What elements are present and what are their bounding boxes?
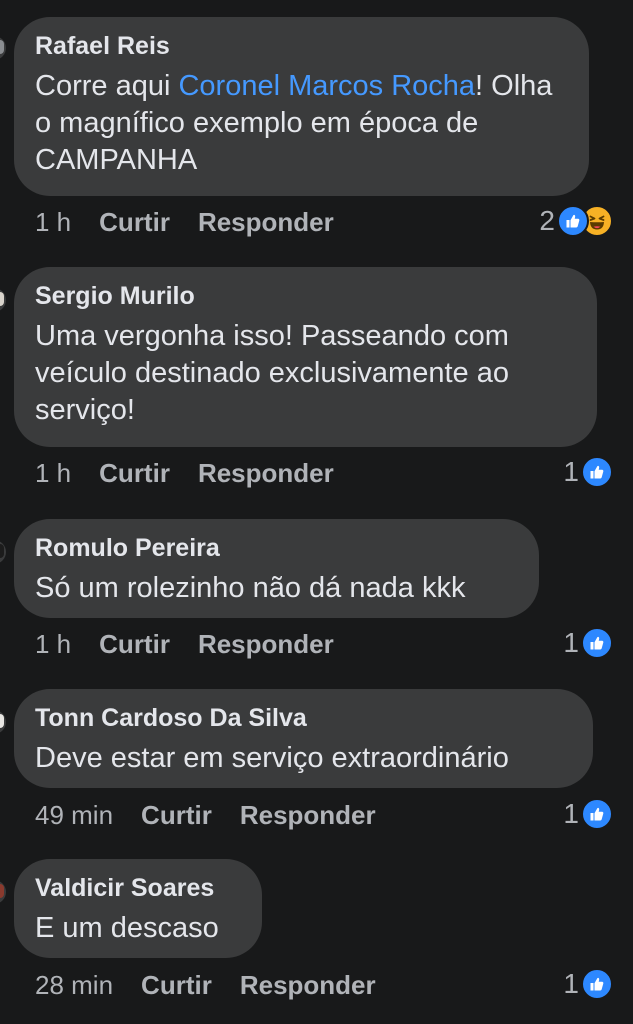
comment-meta: 1 h Curtir Responder xyxy=(35,206,334,238)
comment-text-before: Corre aqui xyxy=(35,70,179,102)
comment-author[interactable]: Tonn Cardoso Da Silva xyxy=(35,703,571,733)
comment-meta: 1 h Curtir Responder xyxy=(35,457,334,489)
reaction-count: 2 xyxy=(539,205,555,236)
like-button[interactable]: Curtir xyxy=(141,969,212,1001)
reply-button[interactable]: Responder xyxy=(198,206,334,238)
comment-author[interactable]: Romulo Pereira xyxy=(35,533,517,563)
comment-time[interactable]: 49 min xyxy=(35,799,113,831)
comment-time[interactable]: 1 h xyxy=(35,206,71,238)
like-icon xyxy=(581,968,613,1000)
reaction-summary[interactable]: 2 xyxy=(539,204,613,238)
comment-time[interactable]: 1 h xyxy=(35,457,71,489)
comment-text: Deve estar em serviço extraordinário xyxy=(35,742,509,774)
comment-bubble: Rafael Reis Corre aqui Coronel Marcos Ro… xyxy=(14,17,589,196)
reaction-count: 1 xyxy=(563,968,579,999)
comment-bubble: Sergio Murilo Uma vergonha isso! Passean… xyxy=(14,267,597,447)
comment-meta: 1 h Curtir Responder xyxy=(35,628,334,660)
avatar[interactable] xyxy=(0,710,6,734)
like-button[interactable]: Curtir xyxy=(99,628,170,660)
comment-text: Corre aqui Coronel Marcos Rocha! Olha o … xyxy=(35,68,567,179)
comment-author[interactable]: Valdicir Soares xyxy=(35,873,240,903)
mention-link[interactable]: Coronel Marcos Rocha xyxy=(178,70,475,102)
reply-button[interactable]: Responder xyxy=(198,457,334,489)
comment-author[interactable]: Sergio Murilo xyxy=(35,281,575,311)
comment-text: Uma vergonha isso! Passeando com veículo… xyxy=(35,320,509,426)
comment-text: Só um rolezinho não dá nada kkk xyxy=(35,572,466,604)
like-icon xyxy=(581,627,613,659)
like-icon xyxy=(581,456,613,488)
like-button[interactable]: Curtir xyxy=(99,457,170,489)
comment-bubble: Tonn Cardoso Da Silva Deve estar em serv… xyxy=(14,689,593,788)
avatar[interactable] xyxy=(0,540,6,564)
comment-time[interactable]: 28 min xyxy=(35,969,113,1001)
avatar[interactable] xyxy=(0,880,6,904)
reaction-count: 1 xyxy=(563,798,579,829)
like-icon xyxy=(581,798,613,830)
reaction-count: 1 xyxy=(563,627,579,658)
like-button[interactable]: Curtir xyxy=(141,799,212,831)
reaction-count: 1 xyxy=(563,456,579,487)
reply-button[interactable]: Responder xyxy=(198,628,334,660)
like-icon xyxy=(557,205,589,237)
like-button[interactable]: Curtir xyxy=(99,206,170,238)
comment-text: E um descaso xyxy=(35,912,219,944)
reaction-summary[interactable]: 1 xyxy=(563,455,613,489)
reaction-summary[interactable]: 1 xyxy=(563,797,613,831)
comment-author[interactable]: Rafael Reis xyxy=(35,31,567,61)
avatar[interactable] xyxy=(0,288,6,312)
reply-button[interactable]: Responder xyxy=(240,799,376,831)
comment-meta: 28 min Curtir Responder xyxy=(35,969,376,1001)
reaction-summary[interactable]: 1 xyxy=(563,626,613,660)
avatar[interactable] xyxy=(0,36,6,60)
comment-meta: 49 min Curtir Responder xyxy=(35,799,376,831)
comment-time[interactable]: 1 h xyxy=(35,628,71,660)
reaction-summary[interactable]: 1 xyxy=(563,967,613,1001)
comment-bubble: Valdicir Soares E um descaso xyxy=(14,859,262,958)
reply-button[interactable]: Responder xyxy=(240,969,376,1001)
comment-bubble: Romulo Pereira Só um rolezinho não dá na… xyxy=(14,519,539,618)
